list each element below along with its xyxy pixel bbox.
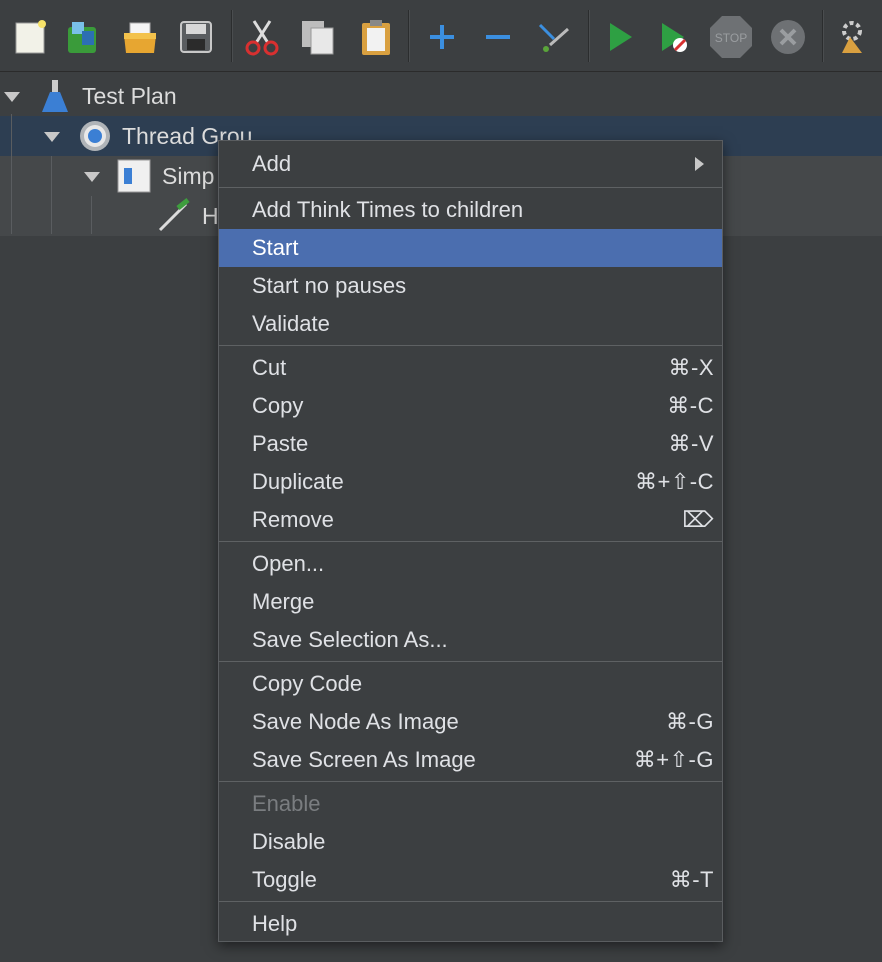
tree-label: Simp bbox=[162, 162, 215, 189]
expand-icon[interactable] bbox=[420, 13, 464, 61]
tree-guide-line bbox=[91, 196, 92, 234]
tree-label: H bbox=[202, 202, 219, 229]
menu-separator bbox=[219, 901, 722, 902]
menu-shortcut: ⌘-C bbox=[667, 393, 714, 418]
menu-shortcut: ⌘-X bbox=[668, 355, 714, 380]
shutdown-icon[interactable] bbox=[766, 13, 810, 61]
menu-label: Copy bbox=[252, 393, 304, 418]
menu-label: Save Screen As Image bbox=[252, 747, 476, 772]
controller-icon bbox=[116, 158, 152, 200]
menu-label: Paste bbox=[252, 431, 309, 456]
toolbar-separator bbox=[231, 10, 233, 62]
menu-label: Toggle bbox=[252, 867, 317, 892]
menu-label: Save Selection As... bbox=[252, 627, 448, 652]
start-icon[interactable] bbox=[598, 13, 642, 61]
cut-icon[interactable] bbox=[240, 13, 284, 61]
toolbar-separator bbox=[822, 10, 824, 62]
menu-label: Add Think Times to children bbox=[252, 197, 524, 222]
menu-item-save-selection[interactable]: Save Selection As... bbox=[219, 621, 722, 659]
tree-guide-line bbox=[51, 156, 52, 234]
new-icon[interactable] bbox=[8, 13, 52, 61]
menu-item-copy[interactable]: Copy ⌘-C bbox=[219, 387, 722, 425]
menu-item-cut[interactable]: Cut ⌘-X bbox=[219, 349, 722, 387]
menu-label: Open... bbox=[252, 551, 325, 576]
menu-item-copy-code[interactable]: Copy Code bbox=[219, 665, 722, 703]
clear-icon[interactable] bbox=[830, 13, 874, 61]
menu-separator bbox=[219, 345, 722, 346]
expand-arrow-icon[interactable] bbox=[84, 172, 100, 182]
menu-label: Validate bbox=[252, 311, 330, 336]
menu-label: Start no pauses bbox=[252, 273, 407, 298]
menu-item-duplicate[interactable]: Duplicate ⌘+⇧-C bbox=[219, 463, 722, 501]
menu-label: Duplicate bbox=[252, 469, 344, 494]
menu-shortcut: ⌘-G bbox=[666, 709, 714, 734]
menu-item-add-think-times[interactable]: Add Think Times to children bbox=[219, 191, 722, 229]
tree-label: Test Plan bbox=[82, 82, 177, 109]
menu-item-disable[interactable]: Disable bbox=[219, 823, 722, 861]
menu-shortcut: ⌘+⇧-C bbox=[635, 469, 714, 494]
menu-item-toggle[interactable]: Toggle ⌘-T bbox=[219, 861, 722, 899]
menu-label: Start bbox=[252, 235, 299, 260]
flask-icon bbox=[40, 78, 70, 120]
pipette-icon bbox=[156, 198, 192, 240]
menu-label: Disable bbox=[252, 829, 326, 854]
save-icon[interactable] bbox=[174, 13, 218, 61]
menu-item-enable: Enable bbox=[219, 785, 722, 823]
menu-item-start[interactable]: Start bbox=[219, 229, 722, 267]
toolbar: STOP bbox=[0, 0, 882, 72]
delete-key-icon: ⌦ bbox=[682, 507, 714, 532]
menu-label: Help bbox=[252, 911, 298, 936]
menu-shortcut: ⌘-T bbox=[669, 867, 714, 892]
open-icon[interactable] bbox=[118, 13, 162, 61]
tree-node-test-plan[interactable]: Test Plan bbox=[0, 76, 882, 116]
menu-item-remove[interactable]: Remove ⌦ bbox=[219, 501, 722, 539]
tree-guide-line bbox=[11, 114, 12, 234]
menu-shortcut: ⌘-V bbox=[668, 431, 714, 456]
menu-separator bbox=[219, 781, 722, 782]
menu-label: Remove bbox=[252, 507, 334, 532]
menu-item-help[interactable]: Help bbox=[219, 905, 722, 943]
collapse-icon[interactable] bbox=[476, 13, 520, 61]
copy-icon[interactable] bbox=[296, 13, 340, 61]
menu-label: Merge bbox=[252, 589, 315, 614]
stop-icon[interactable]: STOP bbox=[708, 13, 752, 61]
menu-item-paste[interactable]: Paste ⌘-V bbox=[219, 425, 722, 463]
submenu-arrow-icon bbox=[695, 157, 704, 171]
templates-icon[interactable] bbox=[60, 13, 104, 61]
paste-icon[interactable] bbox=[354, 13, 398, 61]
menu-shortcut: ⌘+⇧-G bbox=[633, 747, 714, 772]
toolbar-separator bbox=[408, 10, 410, 62]
start-no-pauses-icon[interactable] bbox=[652, 13, 696, 61]
menu-label: Add bbox=[252, 151, 292, 176]
menu-item-validate[interactable]: Validate bbox=[219, 305, 722, 343]
expand-arrow-icon[interactable] bbox=[44, 132, 60, 142]
expand-arrow-icon[interactable] bbox=[4, 92, 20, 102]
menu-item-save-node-image[interactable]: Save Node As Image ⌘-G bbox=[219, 703, 722, 741]
menu-label: Copy Code bbox=[252, 671, 363, 696]
toggle-icon[interactable] bbox=[532, 13, 576, 61]
menu-separator bbox=[219, 541, 722, 542]
stop-icon-text: STOP bbox=[715, 31, 747, 45]
menu-label: Enable bbox=[252, 791, 321, 816]
menu-separator bbox=[219, 187, 722, 188]
context-menu: Add Add Think Times to children Start St… bbox=[218, 140, 723, 942]
menu-item-add[interactable]: Add bbox=[219, 145, 722, 183]
menu-item-open[interactable]: Open... bbox=[219, 545, 722, 583]
menu-item-start-no-pauses[interactable]: Start no pauses bbox=[219, 267, 722, 305]
gear-icon bbox=[77, 118, 113, 160]
menu-separator bbox=[219, 661, 722, 662]
menu-label: Cut bbox=[252, 355, 287, 380]
menu-item-merge[interactable]: Merge bbox=[219, 583, 722, 621]
menu-item-save-screen-image[interactable]: Save Screen As Image ⌘+⇧-G bbox=[219, 741, 722, 779]
menu-label: Save Node As Image bbox=[252, 709, 459, 734]
toolbar-separator bbox=[588, 10, 590, 62]
